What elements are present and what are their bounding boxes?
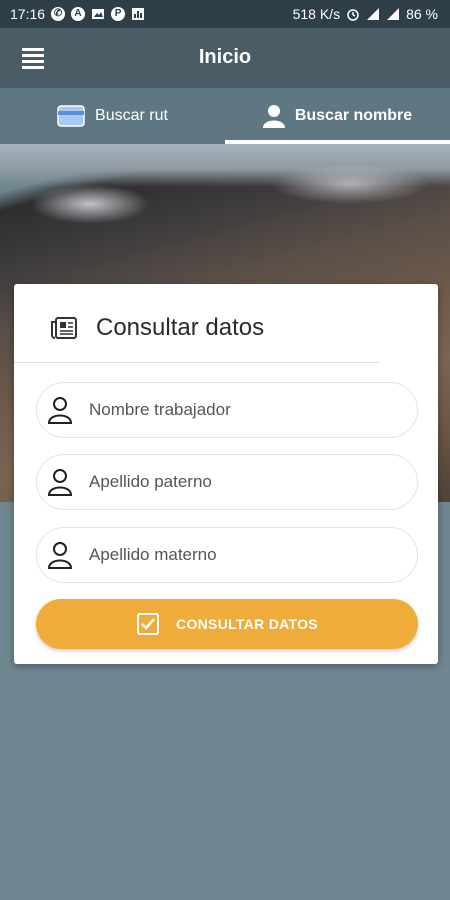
query-card: Consultar datos CONSULTAR DATOS bbox=[14, 284, 438, 664]
user-icon bbox=[47, 397, 73, 424]
signal-4g-icon bbox=[387, 8, 400, 20]
card-header: Consultar datos bbox=[50, 314, 264, 342]
checkbox-icon bbox=[137, 613, 160, 635]
card-icon bbox=[57, 105, 85, 127]
parking-icon: P bbox=[111, 7, 126, 21]
whatsapp-icon: ✆ bbox=[51, 7, 66, 21]
tab-bar: Buscar rut Buscar nombre bbox=[0, 88, 450, 144]
status-bar: 17:16 ✆ A P 518 K/s 86 % bbox=[0, 0, 450, 28]
divider bbox=[14, 362, 380, 363]
image-icon bbox=[92, 9, 105, 19]
tab-buscar-rut[interactable]: Buscar rut bbox=[0, 88, 225, 144]
page-title: Inicio bbox=[198, 46, 252, 68]
user-icon bbox=[47, 542, 73, 569]
battery-level: 86 % bbox=[406, 6, 438, 22]
status-left: 17:16 ✆ A P bbox=[10, 6, 145, 22]
nombre-trabajador-input[interactable] bbox=[89, 400, 389, 420]
apellido-materno-field bbox=[36, 527, 418, 583]
consultar-datos-button[interactable]: CONSULTAR DATOS bbox=[36, 599, 418, 649]
apellido-paterno-field bbox=[36, 454, 418, 510]
nombre-field bbox=[36, 382, 418, 438]
status-time: 17:16 bbox=[10, 6, 46, 22]
card-title: Consultar datos bbox=[96, 314, 265, 341]
newspaper-icon bbox=[51, 317, 77, 339]
net-speed: 518 K/s bbox=[292, 6, 341, 22]
tab-label-nombre: Buscar nombre bbox=[294, 107, 413, 124]
status-right: 518 K/s 86 % bbox=[293, 6, 438, 22]
alarm-icon bbox=[347, 9, 359, 21]
signal-icon bbox=[367, 8, 380, 20]
person-icon bbox=[262, 105, 285, 128]
snow-patch bbox=[270, 164, 430, 204]
consultar-datos-label: CONSULTAR DATOS bbox=[176, 616, 318, 632]
snow-patch bbox=[30, 184, 150, 224]
tab-label-rut: Buscar rut bbox=[95, 107, 168, 124]
apellido-paterno-input[interactable] bbox=[89, 472, 389, 492]
stats-icon bbox=[132, 8, 145, 20]
tab-buscar-nombre[interactable]: Buscar nombre bbox=[225, 88, 450, 144]
app-bar: Inicio bbox=[0, 28, 450, 88]
user-icon bbox=[47, 469, 73, 496]
apellido-materno-input[interactable] bbox=[89, 545, 389, 565]
app-a-icon: A bbox=[71, 7, 86, 21]
